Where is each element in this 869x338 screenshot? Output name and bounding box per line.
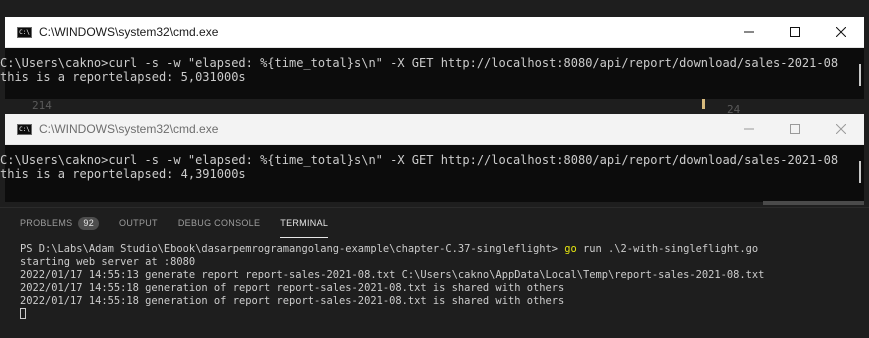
tab-label: DEBUG CONSOLE <box>177 218 261 228</box>
console-line: this is a reportelapsed: 5,031000s <box>0 70 246 84</box>
maximize-button[interactable] <box>772 17 818 47</box>
terminal-line: 2022/01/17 14:55:13 generate report repo… <box>20 269 765 281</box>
minimize-button[interactable] <box>726 17 772 47</box>
horizontal-scrollbar[interactable] <box>763 201 864 205</box>
title-bar[interactable]: C:\ C:\WINDOWS\system32\cmd.exe <box>5 17 864 48</box>
terminal-prompt-line: PS D:\Labs\Adam Studio\Ebook\dasarpemrog… <box>20 243 869 256</box>
cmd-window-2[interactable]: C:\ C:\WINDOWS\system32\cmd.exe C:\Users… <box>0 114 864 202</box>
console-line: this is a reportelapsed: 4,391000s <box>0 167 246 181</box>
console-line: C:\Users\cakno>curl -s -w "elapsed: %{ti… <box>0 56 839 70</box>
scrollbar[interactable] <box>859 64 861 86</box>
scrollbar[interactable] <box>859 161 861 183</box>
minimize-icon <box>744 31 754 33</box>
close-button[interactable] <box>818 114 864 144</box>
close-icon <box>836 27 846 37</box>
problems-count-badge: 92 <box>78 216 100 230</box>
window-controls <box>726 114 864 144</box>
console-output[interactable]: C:\Users\cakno>curl -s -w "elapsed: %{ti… <box>0 48 864 100</box>
terminal-cursor <box>20 308 26 319</box>
terminal-line: starting web server at :8080 <box>20 256 196 268</box>
window-title: C:\WINDOWS\system32\cmd.exe <box>39 122 219 136</box>
window-controls <box>726 17 864 47</box>
close-button[interactable] <box>818 17 864 47</box>
window-title: C:\WINDOWS\system32\cmd.exe <box>39 25 219 39</box>
console-line: C:\Users\cakno>curl -s -w "elapsed: %{ti… <box>0 153 839 167</box>
tab-output[interactable]: OUTPUT <box>119 208 158 238</box>
maximize-icon <box>790 27 800 37</box>
console-output[interactable]: C:\Users\cakno>curl -s -w "elapsed: %{ti… <box>0 145 864 202</box>
panel-tabs: PROBLEMS 92 OUTPUT DEBUG CONSOLE TERMINA… <box>0 208 869 238</box>
command-keyword: go <box>564 243 577 255</box>
terminal-cursor-line <box>20 308 869 321</box>
close-icon <box>836 124 846 134</box>
minimize-button[interactable] <box>726 114 772 144</box>
tab-label: PROBLEMS <box>20 218 73 228</box>
tab-label: TERMINAL <box>280 217 329 228</box>
title-bar[interactable]: C:\ C:\WINDOWS\system32\cmd.exe <box>5 114 864 145</box>
terminal-line: 2022/01/17 14:55:18 generation of report… <box>20 282 565 294</box>
terminal-line: 2022/01/17 14:55:18 generation of report… <box>20 295 565 307</box>
minimize-icon <box>744 128 754 130</box>
cmd-icon: C:\ <box>17 123 32 135</box>
cmd-icon: C:\ <box>17 26 32 38</box>
terminal-prompt: PS D:\Labs\Adam Studio\Ebook\dasarpemrog… <box>20 243 565 255</box>
tab-debug-console[interactable]: DEBUG CONSOLE <box>178 208 260 238</box>
maximize-icon <box>790 124 800 134</box>
maximize-button[interactable] <box>772 114 818 144</box>
tab-label: OUTPUT <box>119 218 158 228</box>
line-number: 214 <box>32 99 52 112</box>
git-change-marker <box>702 99 705 109</box>
terminal-output[interactable]: PS D:\Labs\Adam Studio\Ebook\dasarpemrog… <box>0 238 869 321</box>
bottom-panel: PROBLEMS 92 OUTPUT DEBUG CONSOLE TERMINA… <box>0 207 869 338</box>
cmd-window-1[interactable]: C:\ C:\WINDOWS\system32\cmd.exe C:\Users… <box>0 17 864 100</box>
tab-terminal[interactable]: TERMINAL <box>280 208 329 238</box>
tab-problems[interactable]: PROBLEMS 92 <box>20 208 100 238</box>
command-args: run .\2-with-singleflight.go <box>576 243 759 255</box>
